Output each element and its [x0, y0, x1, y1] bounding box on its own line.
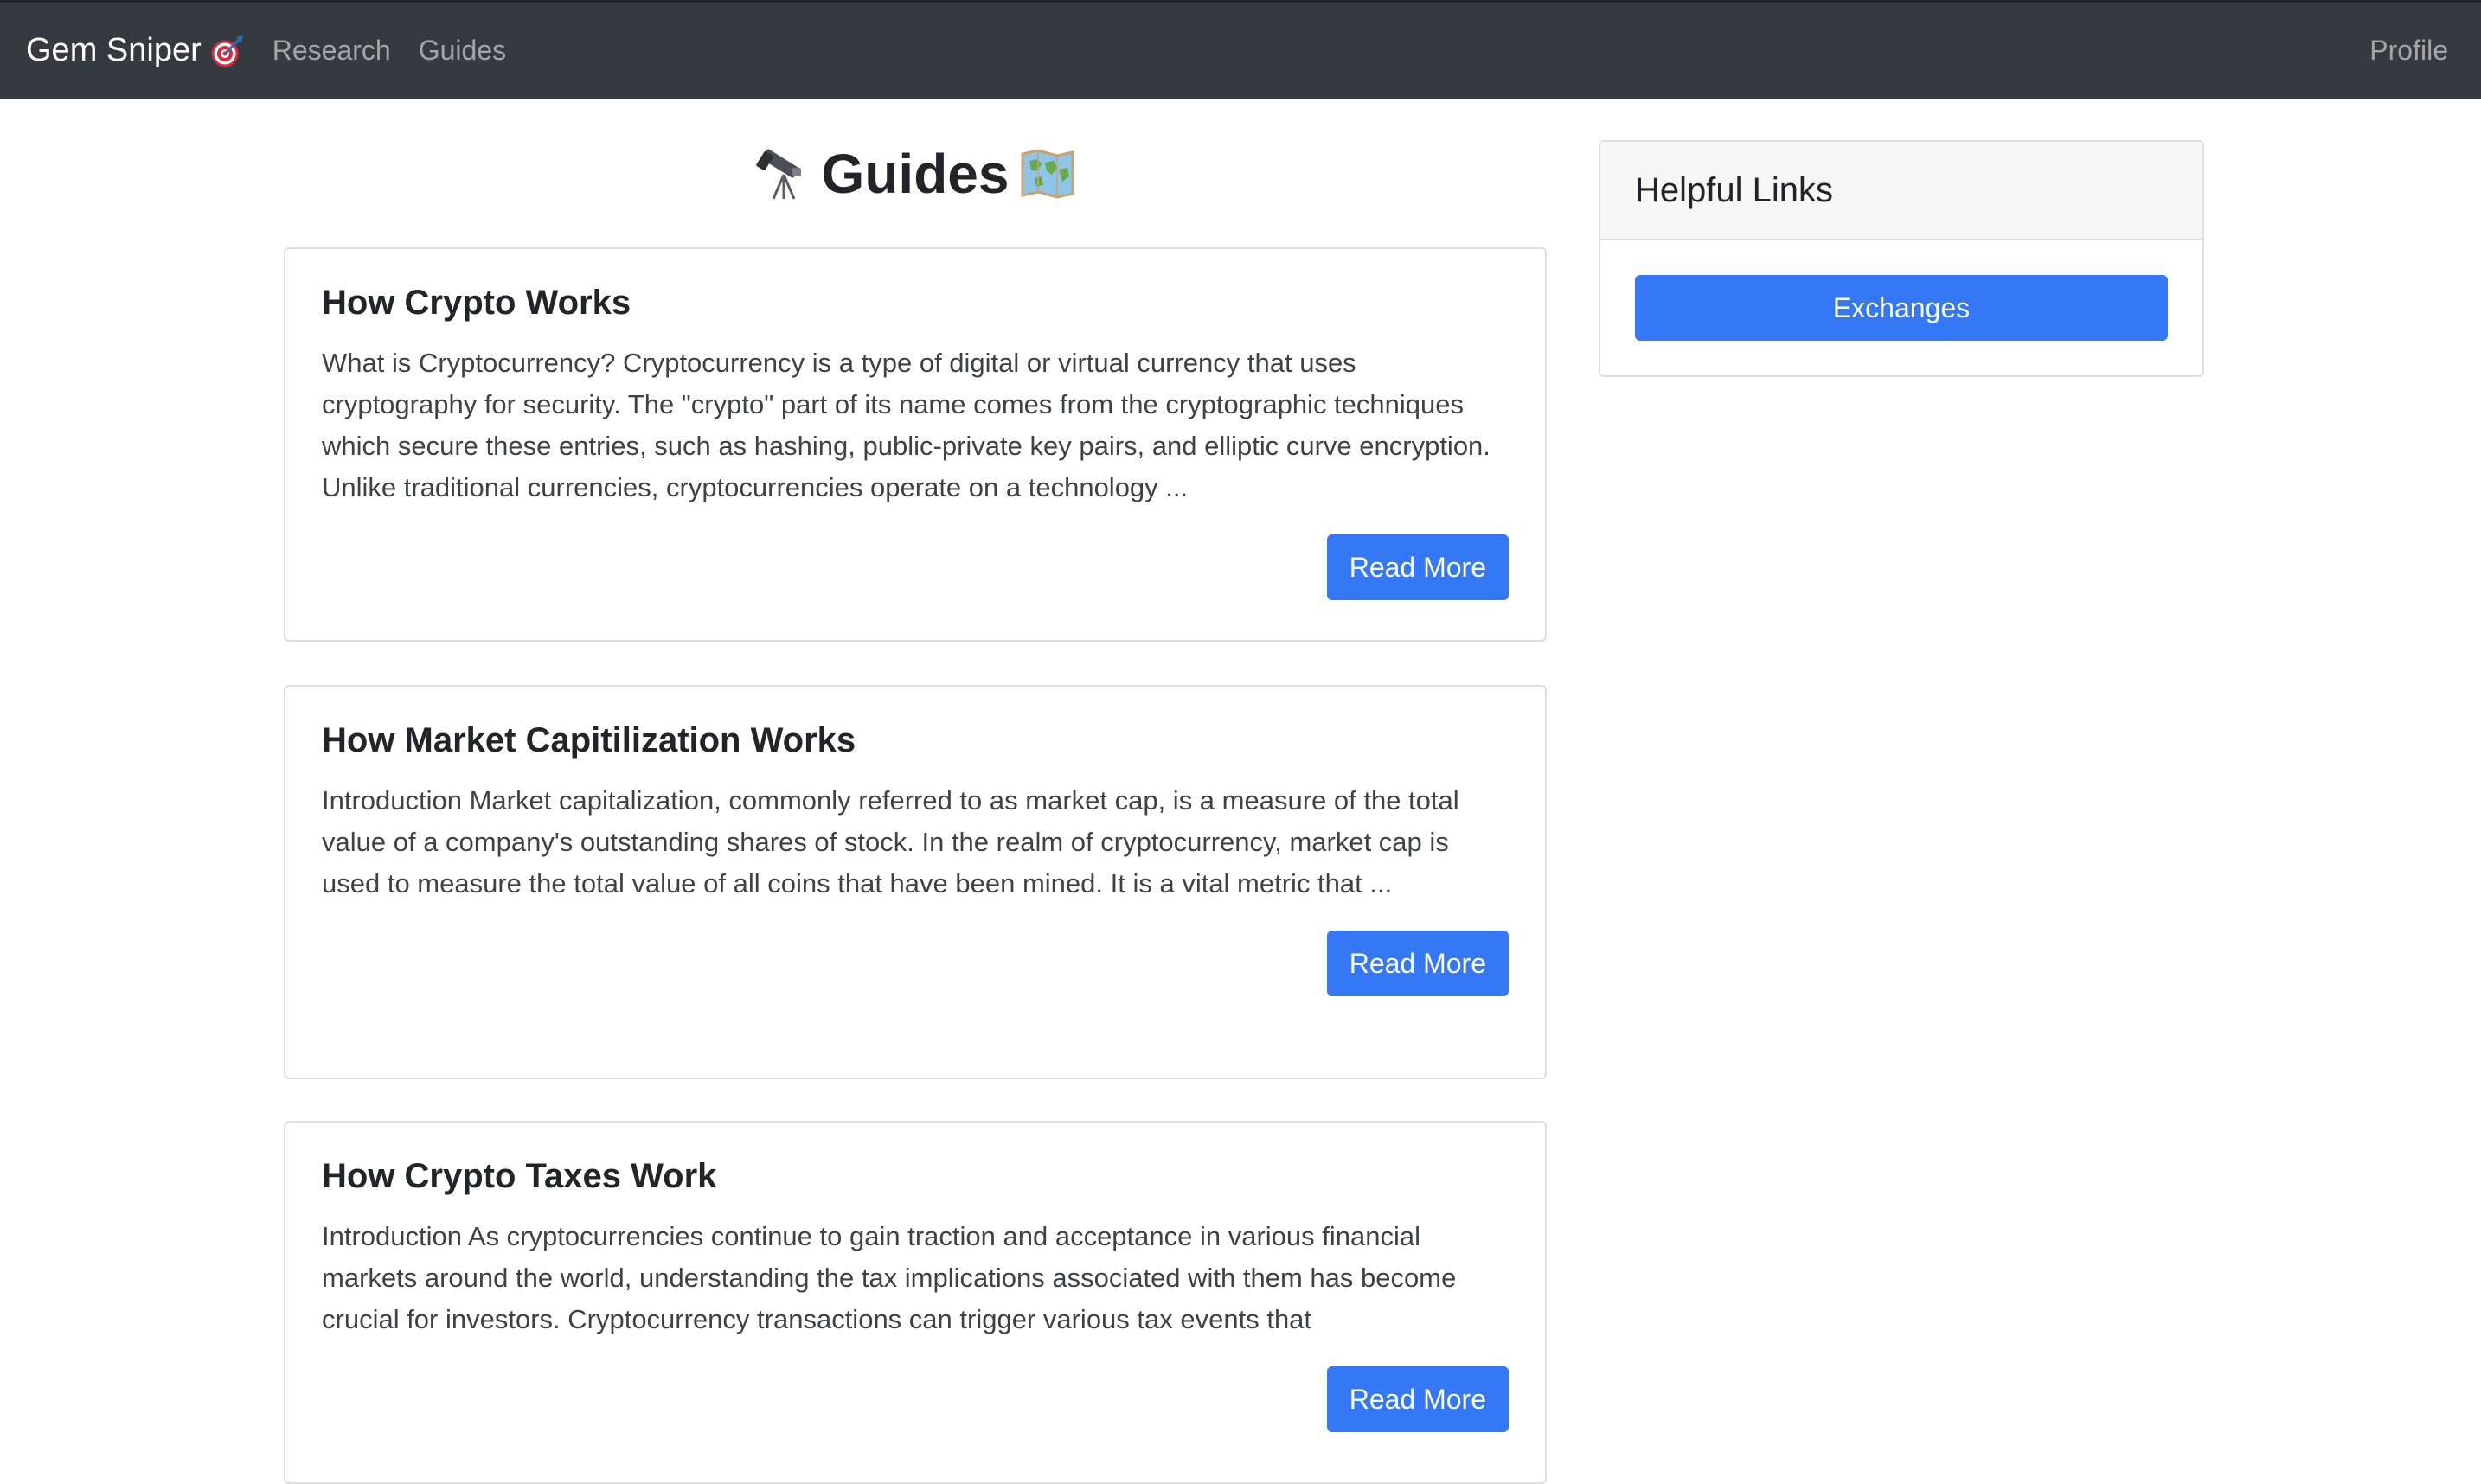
- guide-excerpt: Introduction As cryptocurrencies continu…: [322, 1221, 1457, 1334]
- brand-link[interactable]: Gem Sniper: [26, 32, 245, 69]
- guide-card: How Crypto Taxes Work Introduction As cr…: [284, 1121, 1547, 1484]
- read-more-button[interactable]: Read More: [1326, 931, 1509, 996]
- brand-name: Gem Sniper: [26, 32, 202, 68]
- guide-excerpt: Introduction Market capitalization, comm…: [322, 785, 1459, 899]
- nav-link-guides[interactable]: Guides: [419, 35, 506, 67]
- dart-target-icon: [210, 34, 245, 68]
- world-map-icon: [1019, 145, 1076, 202]
- nav-link-profile[interactable]: Profile: [2369, 35, 2448, 67]
- guides-column: Guides How Crypto Works What is Cryptocu…: [284, 99, 1547, 1484]
- exchanges-button[interactable]: Exchanges: [1635, 275, 2168, 341]
- guide-title: How Market Capitilization Works: [322, 721, 856, 759]
- guide-excerpt: What is Cryptocurrency? Cryptocurrency i…: [322, 348, 1491, 502]
- helpful-links-card: Helpful Links Exchanges: [1599, 140, 2204, 377]
- top-navbar: Gem Sniper Research Guides Profile: [0, 0, 2481, 99]
- telescope-icon: [754, 145, 811, 202]
- read-more-button[interactable]: Read More: [1326, 1366, 1509, 1432]
- guide-title: How Crypto Works: [322, 284, 631, 322]
- page-title-text: Guides: [821, 143, 1010, 205]
- nav-link-research[interactable]: Research: [272, 35, 391, 67]
- page-title: Guides: [284, 99, 1547, 247]
- guide-card: How Crypto Works What is Cryptocurrency?…: [284, 247, 1547, 642]
- guide-card: How Market Capitilization Works Introduc…: [284, 685, 1547, 1079]
- guide-title: How Crypto Taxes Work: [322, 1157, 717, 1195]
- helpful-links-header: Helpful Links: [1600, 142, 2202, 240]
- nav-right: Profile: [2369, 3, 2448, 99]
- read-more-button[interactable]: Read More: [1326, 534, 1509, 600]
